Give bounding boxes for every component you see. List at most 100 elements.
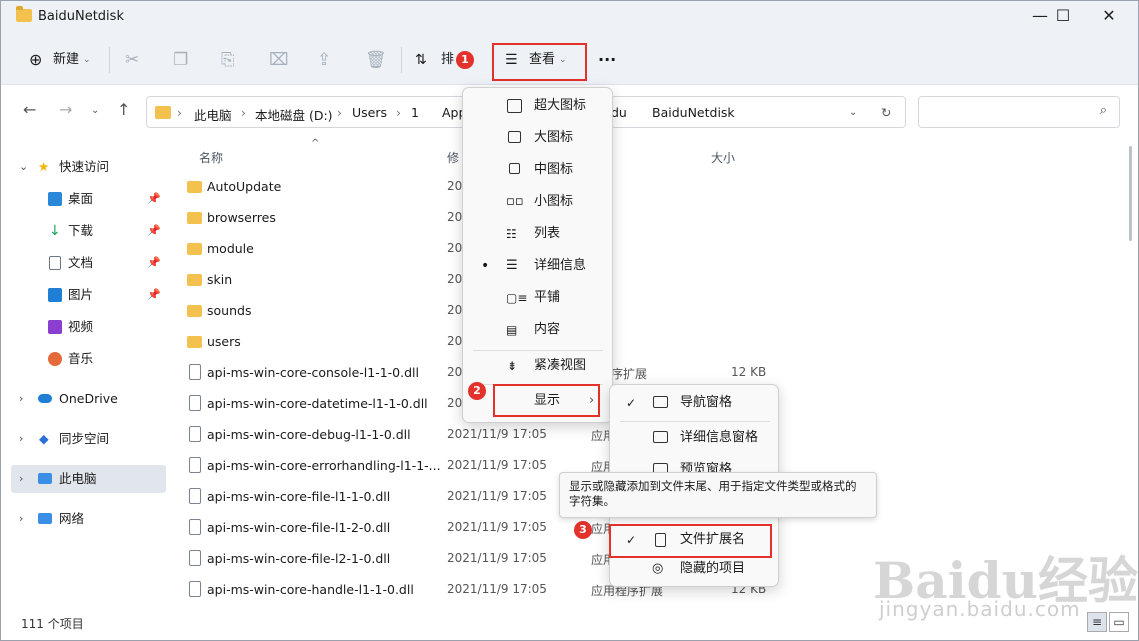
sidebar-item-label: 视频 <box>68 319 94 334</box>
file-name: api-ms-win-core-datetime-l1-1-0.dll <box>207 396 428 411</box>
new-button[interactable]: 新建 <box>53 47 79 73</box>
refresh-icon[interactable]: ↻ <box>881 105 891 120</box>
sidebar-item-documents[interactable]: 文档 📌 <box>11 249 166 277</box>
back-icon[interactable]: ← <box>23 100 36 119</box>
menu-item-details[interactable]: • ☰ 详细信息 <box>463 250 613 282</box>
sidebar-item-music[interactable]: 音乐 <box>11 345 166 373</box>
submenu-item-preview-pane[interactable]: 预览窗格 <box>610 454 778 474</box>
folder-icon <box>187 181 202 193</box>
up-icon[interactable]: ↑ <box>117 100 130 119</box>
copy-icon[interactable]: ❐ <box>173 47 188 73</box>
menu-item-list[interactable]: ☷ 列表 <box>463 218 613 250</box>
crumb-users[interactable]: Users <box>352 105 387 120</box>
paste-icon[interactable]: ⎘ <box>221 47 235 73</box>
view-button[interactable]: 查看 <box>529 47 555 73</box>
menu-item-content[interactable]: ▤ 内容 <box>463 314 613 346</box>
menu-item-label: 内容 <box>534 322 561 337</box>
file-date: 20 <box>447 272 463 286</box>
chevron-down-icon: ⌄ <box>83 55 91 65</box>
file-date: 2021/11/9 17:05 <box>447 551 547 565</box>
video-icon <box>48 320 62 334</box>
scrollbar-thumb[interactable] <box>1129 146 1132 241</box>
chevron-right-icon[interactable]: › <box>19 385 23 413</box>
crumb-separator: › <box>337 105 342 120</box>
sidebar-item-desktop[interactable]: 桌面 📌 <box>11 185 166 213</box>
sidebar-item-pictures[interactable]: 图片 📌 <box>11 281 166 309</box>
desktop-icon <box>48 192 62 206</box>
vertical-scrollbar[interactable] <box>1129 146 1132 601</box>
folder-icon <box>187 212 202 224</box>
item-count: 111 个项目 <box>21 617 84 631</box>
sidebar-item-label: 同步空间 <box>59 431 110 446</box>
file-date: 2021/11/9 17:05 <box>447 520 547 534</box>
sidebar-item-network[interactable]: › 网络 <box>11 505 166 533</box>
chevron-right-icon[interactable]: › <box>19 425 23 453</box>
sidebar-item-onedrive[interactable]: › OneDrive <box>11 385 166 413</box>
submenu-item-details-pane[interactable]: 详细信息窗格 <box>610 422 778 454</box>
details-icon: ☰ <box>506 258 518 273</box>
maximize-button[interactable]: ☐ <box>1040 1 1086 33</box>
sidebar-item-downloads[interactable]: ↓ 下载 📌 <box>11 217 166 245</box>
sort-button[interactable]: 排 <box>441 47 454 73</box>
pin-icon[interactable]: 📌 <box>147 281 161 309</box>
recent-chevron-icon[interactable]: ⌄ <box>91 105 99 116</box>
selected-bullet-icon: • <box>481 258 490 274</box>
file-date: 20 <box>447 241 463 255</box>
crumb-this-pc[interactable]: 此电脑 <box>194 105 232 124</box>
title-bar: BaiduNetdisk — ☐ ✕ <box>1 1 1138 35</box>
submenu-item-navigation-pane[interactable]: ✓ 导航窗格 <box>610 387 778 419</box>
chevron-down-icon[interactable]: ⌄ <box>19 153 28 181</box>
menu-item-label: 预览窗格 <box>680 462 733 474</box>
crumb-separator: › <box>177 105 182 120</box>
crumb-user-1[interactable]: 1 <box>411 105 419 120</box>
chevron-right-icon[interactable]: › <box>19 505 23 533</box>
search-input[interactable]: ⌕ <box>918 96 1120 128</box>
details-view-toggle[interactable]: ≡ <box>1087 612 1107 632</box>
sidebar-item-label: 网络 <box>59 511 85 526</box>
pin-icon[interactable]: 📌 <box>147 217 161 245</box>
forward-icon[interactable]: → <box>59 100 72 119</box>
menu-item-small-icons[interactable]: ▫▫ 小图标 <box>463 186 613 218</box>
step-badge-3: 3 <box>574 521 592 539</box>
cut-icon[interactable]: ✂ <box>125 47 139 73</box>
pin-icon[interactable]: 📌 <box>147 249 161 277</box>
column-header-name[interactable]: 名称 <box>199 149 223 166</box>
sidebar-item-sync-space[interactable]: › ◆ 同步空间 <box>11 425 166 453</box>
file-date: 2021/11/9 17:05 <box>447 458 547 472</box>
rename-icon[interactable]: ⌧ <box>269 47 289 73</box>
sidebar-item-quick-access[interactable]: ⌄ ★ 快速访问 <box>11 153 166 181</box>
dll-file-icon <box>189 519 201 535</box>
file-date: 20 <box>447 334 463 348</box>
tiles-view-toggle[interactable]: ▭ <box>1109 612 1129 632</box>
view-menu: 超大图标 大图标 中图标 ▫▫ 小图标 ☷ 列表 • ☰ 详细信息 ▢≡ 平铺 … <box>462 87 613 423</box>
crumb-baidu[interactable]: du <box>611 105 627 120</box>
dll-file-icon <box>189 395 201 411</box>
folder-icon <box>187 274 202 286</box>
tiles-icon: ▢≡ <box>506 291 528 305</box>
column-header-modified[interactable]: 修 <box>447 149 459 166</box>
menu-item-medium-icons[interactable]: 中图标 <box>463 154 613 186</box>
file-name: AutoUpdate <box>207 179 282 194</box>
document-icon <box>49 256 61 270</box>
sidebar-item-videos[interactable]: 视频 <box>11 313 166 341</box>
crumb-drive-d[interactable]: 本地磁盘 (D:) <box>255 105 333 124</box>
pin-icon[interactable]: 📌 <box>147 185 161 213</box>
chevron-right-icon[interactable]: › <box>19 465 23 493</box>
show-highlight-box <box>493 384 600 417</box>
address-dropdown-icon[interactable]: ⌄ <box>849 107 857 118</box>
file-name: api-ms-win-core-handle-l1-1-0.dll <box>207 582 414 597</box>
sidebar-item-this-pc[interactable]: › 此电脑 <box>11 465 166 493</box>
column-header-size[interactable]: 大小 <box>711 149 735 166</box>
window-title: BaiduNetdisk <box>38 9 124 24</box>
sidebar-item-label: 音乐 <box>68 351 94 366</box>
delete-icon[interactable]: 🗑 <box>365 47 387 73</box>
sort-ascending-icon: ^ <box>311 138 320 149</box>
crumb-baidunetdisk[interactable]: BaiduNetdisk <box>652 105 735 120</box>
menu-item-extra-large-icons[interactable]: 超大图标 <box>463 90 613 122</box>
more-options-icon[interactable]: ··· <box>598 47 616 73</box>
menu-item-tiles[interactable]: ▢≡ 平铺 <box>463 282 613 314</box>
close-button[interactable]: ✕ <box>1086 1 1132 33</box>
share-icon[interactable]: ⇪ <box>317 47 331 73</box>
menu-item-large-icons[interactable]: 大图标 <box>463 122 613 154</box>
menu-item-compact-view[interactable]: ⇟ 紧凑视图 <box>463 350 613 382</box>
